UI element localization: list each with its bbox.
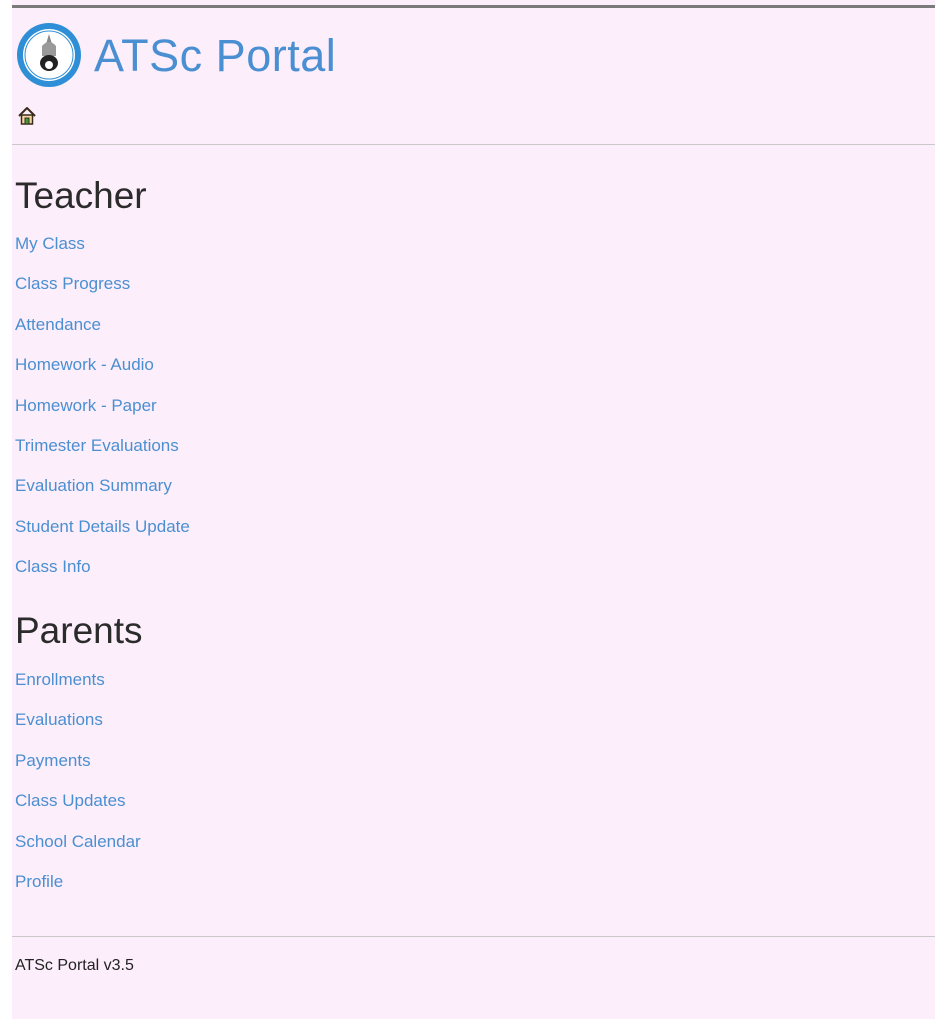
evaluation-summary-link[interactable]: Evaluation Summary (15, 476, 172, 495)
student-details-update-link[interactable]: Student Details Update (15, 517, 190, 536)
homework-audio-link[interactable]: Homework - Audio (15, 355, 154, 374)
profile-link[interactable]: Profile (15, 872, 63, 891)
list-item: Evaluation Summary (15, 477, 190, 517)
list-item: Homework - Audio (15, 356, 190, 396)
list-item: Trimester Evaluations (15, 436, 190, 477)
parents-links: Enrollments Evaluations Payments Class U… (15, 671, 141, 913)
list-item: My Class (15, 235, 190, 275)
class-info-link[interactable]: Class Info (15, 557, 91, 576)
attendance-link[interactable]: Attendance (15, 315, 101, 334)
trimester-evaluations-link[interactable]: Trimester Evaluations (15, 436, 179, 455)
my-class-link[interactable]: My Class (15, 234, 85, 253)
list-item: Enrollments (15, 671, 141, 711)
top-border (12, 5, 935, 8)
list-item: Student Details Update (15, 517, 190, 558)
home-icon[interactable] (16, 105, 38, 127)
list-item: Evaluations (15, 711, 141, 751)
header-divider (12, 144, 935, 145)
class-updates-link[interactable]: Class Updates (15, 791, 126, 810)
list-item: Class Progress (15, 275, 190, 315)
school-crest-logo-icon[interactable] (16, 22, 82, 88)
list-item: Class Updates (15, 792, 141, 832)
enrollments-link[interactable]: Enrollments (15, 670, 105, 689)
list-item: School Calendar (15, 832, 141, 873)
list-item: Payments (15, 751, 141, 792)
teacher-heading: Teacher (15, 175, 147, 216)
homework-paper-link[interactable]: Homework - Paper (15, 396, 157, 415)
list-item: Attendance (15, 315, 190, 356)
site-title[interactable]: ATSc Portal (94, 33, 336, 78)
footer-divider (12, 936, 935, 937)
footer-version: ATSc Portal v3.5 (15, 957, 134, 974)
payments-link[interactable]: Payments (15, 751, 91, 770)
list-item: Profile (15, 872, 141, 913)
parents-heading: Parents (15, 610, 143, 651)
list-item: Homework - Paper (15, 396, 190, 437)
list-item: Class Info (15, 558, 190, 598)
school-calendar-link[interactable]: School Calendar (15, 832, 141, 851)
evaluations-link[interactable]: Evaluations (15, 710, 103, 729)
teacher-links: My Class Class Progress Attendance Homew… (15, 235, 190, 599)
class-progress-link[interactable]: Class Progress (15, 274, 130, 293)
site-header: ATSc Portal (16, 20, 336, 90)
